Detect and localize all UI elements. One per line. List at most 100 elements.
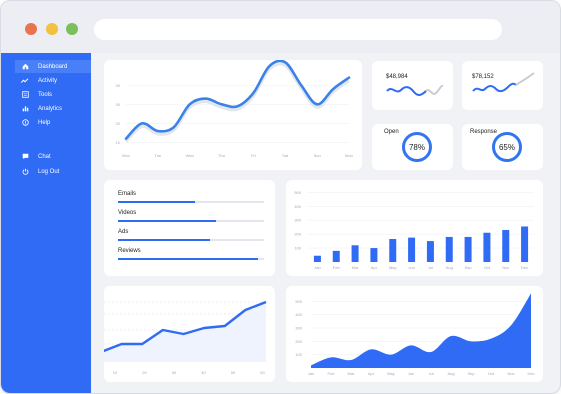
series-line (124, 59, 351, 140)
bar (426, 241, 434, 262)
bar (370, 248, 378, 262)
home-icon (21, 63, 29, 71)
address-bar[interactable] (94, 19, 502, 40)
x-tick-label: Oct (484, 265, 491, 270)
x-tick-label: Mon (345, 153, 353, 158)
trend-line-chart: 10 20 30 40 50 60 (100, 300, 267, 375)
x-tick-label: Jun (408, 265, 414, 270)
y-tick-label: 200 (294, 232, 301, 237)
x-tick-label: 10 (113, 370, 118, 375)
sidebar-item-label: Help (38, 119, 51, 126)
x-tick-label: Jul (428, 371, 433, 376)
x-tick-label: Feb (333, 265, 341, 270)
bar (313, 255, 321, 262)
x-tick-label: 40 (201, 370, 206, 375)
help-icon (21, 119, 29, 127)
progress-track (118, 239, 264, 241)
y-tick-label: 400 (295, 312, 302, 317)
x-tick-label: Sat (282, 153, 289, 158)
x-tick-label: Aug (446, 265, 453, 270)
x-tick-label: Apr (368, 371, 375, 376)
y-tick-label: 500 (295, 299, 302, 304)
progress-label: Emails (118, 191, 137, 197)
progress-item-emails: Emails (118, 191, 264, 203)
x-tick-label: Apr (371, 265, 378, 270)
x-tick-label: May (387, 371, 395, 376)
title-bar (1, 1, 560, 53)
monthly-area-chart: 100 200 300 400 500 Jan Feb Mar Apr May Jun Jul Aug S… (295, 293, 535, 376)
x-tick-label: 30 (172, 370, 177, 375)
minimize-window-button[interactable] (46, 23, 58, 35)
power-icon (21, 168, 29, 176)
sidebar-item-dashboard[interactable]: Dashboard (15, 60, 91, 73)
sidebar-item-log-out[interactable]: Log Out (15, 165, 91, 178)
maximize-window-button[interactable] (66, 23, 78, 35)
x-tick-label: Jan (308, 371, 314, 376)
sidebar-item-chat[interactable]: Chat (15, 150, 91, 163)
gauge-label: Open (384, 129, 399, 135)
y-tick-label: 100 (294, 246, 301, 251)
x-tick-label: Mar (352, 265, 360, 270)
y-tick-label: 30 (116, 102, 121, 107)
bar (332, 250, 340, 262)
x-tick-label: Mar (348, 371, 356, 376)
y-tick-label: 10 (116, 140, 121, 145)
x-tick-label: Jan (314, 265, 320, 270)
x-tick-label: Oct (488, 371, 495, 376)
sidebar-item-analytics[interactable]: Analytics (15, 102, 91, 115)
gauge-ring: 65% (492, 132, 522, 162)
x-tick-label: 60 (260, 370, 265, 375)
sidebar-item-tools[interactable]: Tools (15, 88, 91, 101)
series-area (311, 293, 531, 368)
x-tick-label: Mon (122, 153, 130, 158)
stat-sparkline (386, 84, 444, 96)
y-tick-label: 200 (295, 339, 302, 344)
x-tick-label: Dec (527, 371, 534, 376)
sidebar-item-activity[interactable]: Activity (15, 74, 91, 87)
sidebar-item-label: Log Out (38, 168, 60, 175)
sidebar-item-label: Dashboard (38, 63, 68, 70)
x-tick-label: Tue (154, 153, 162, 158)
sidebar-item-label: Chat (38, 153, 51, 160)
bar (408, 237, 416, 262)
browser-window: Dashboard Activity Tools Analytics Help (0, 0, 561, 394)
trend-line-chart-card: 10 20 30 40 50 60 (100, 286, 275, 382)
progress-item-videos: Videos (118, 210, 264, 222)
sidebar-item-label: Tools (38, 91, 53, 98)
close-window-button[interactable] (25, 23, 37, 35)
bar (502, 229, 510, 262)
gauge-value: 65% (498, 142, 515, 152)
progress-fill (118, 220, 216, 222)
sidebar-item-label: Activity (38, 77, 58, 84)
bar (483, 232, 491, 262)
x-tick-label: 20 (142, 370, 147, 375)
y-tick-label: 500 (294, 190, 301, 195)
x-tick-label: Thu (218, 153, 225, 158)
progress-track (118, 220, 264, 222)
weekly-line-chart: 10 20 30 40 Mon Tue Wed Thu Fri Sat Sun Mon (116, 59, 353, 158)
gauge-ring: 78% (402, 132, 432, 162)
analytics-icon (21, 105, 29, 113)
x-tick-label: Feb (328, 371, 336, 376)
x-tick-label: Fri (251, 153, 256, 158)
progress-fill (118, 201, 196, 203)
x-tick-label: Aug (447, 371, 454, 376)
gauge-card-response: Response 65% (462, 124, 543, 170)
sidebar-item-help[interactable]: Help (15, 116, 91, 129)
progress-item-reviews: Reviews (118, 248, 264, 260)
y-tick-label: 300 (294, 218, 301, 223)
weekly-line-chart-card: 10 20 30 40 Mon Tue Wed Thu Fri Sat Sun Mon (104, 59, 362, 170)
monthly-bar-chart-card: 100 200 300 400 500 Jan Feb Mar Apr May Jun Jul Aug S… (286, 180, 543, 276)
x-tick-label: Nov (507, 371, 514, 376)
chat-icon (21, 153, 29, 161)
progress-label: Videos (118, 210, 137, 216)
y-tick-label: 40 (116, 83, 121, 88)
bar (464, 236, 472, 262)
progress-track (118, 201, 264, 203)
x-tick-label: May (389, 265, 397, 270)
bar (521, 226, 529, 262)
progress-label: Reviews (118, 248, 141, 254)
series-area (101, 302, 266, 362)
monthly-bar-chart: 100 200 300 400 500 Jan Feb Mar Apr May Jun Jul Aug S… (294, 190, 534, 270)
sidebar-item-label: Analytics (38, 105, 63, 112)
